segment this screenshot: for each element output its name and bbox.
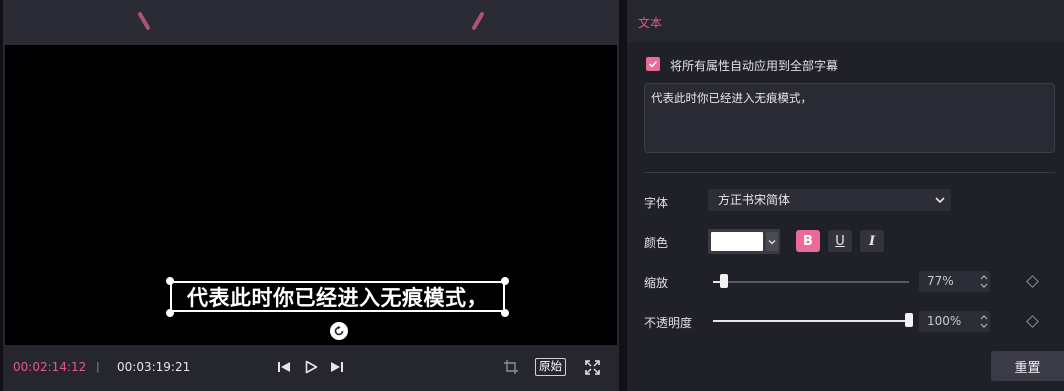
divider bbox=[644, 172, 1055, 173]
playback-controls: 00:02:14:12 | 00:03:19:21 原始 bbox=[3, 345, 619, 391]
opacity-label: 不透明度 bbox=[644, 316, 693, 330]
check-icon bbox=[648, 60, 658, 68]
scale-slider-thumb[interactable] bbox=[719, 274, 728, 288]
apply-all-checkbox[interactable] bbox=[646, 57, 660, 71]
panel-header: 文本 bbox=[627, 0, 1064, 42]
original-ratio-button[interactable]: 原始 bbox=[535, 358, 566, 376]
apply-all-label[interactable]: 将所有属性自动应用到全部字幕 bbox=[670, 57, 838, 74]
video-player: 代表此时你已经进入无痕模式， 00:02:14:12 | 00:03:19:21 bbox=[3, 0, 619, 391]
chevron-down-icon bbox=[935, 197, 945, 204]
skip-back-icon[interactable] bbox=[276, 359, 292, 375]
timeline-strip bbox=[3, 0, 619, 45]
font-label: 字体 bbox=[644, 196, 669, 210]
text-properties-panel: 文本 将所有属性自动应用到全部字幕 代表此时你已经进入无痕模式， 字体 方正书宋… bbox=[627, 0, 1064, 391]
color-picker[interactable] bbox=[708, 229, 780, 254]
resize-handle-top-left[interactable] bbox=[166, 277, 174, 285]
panel-title[interactable]: 文本 bbox=[638, 14, 662, 31]
resize-handle-bottom-left[interactable] bbox=[166, 309, 174, 317]
fullscreen-icon[interactable] bbox=[584, 359, 600, 375]
bold-button[interactable]: B bbox=[796, 230, 820, 252]
opacity-slider-thumb[interactable] bbox=[905, 313, 913, 327]
opacity-value: 100% bbox=[927, 314, 962, 328]
opacity-slider[interactable] bbox=[713, 320, 909, 322]
scale-stepper-icon[interactable] bbox=[979, 273, 989, 290]
reset-button[interactable]: 重置 bbox=[991, 351, 1064, 381]
color-label: 颜色 bbox=[644, 236, 669, 250]
color-swatch[interactable] bbox=[711, 232, 763, 251]
crop-icon[interactable] bbox=[503, 359, 519, 375]
trim-marker-right[interactable] bbox=[471, 11, 485, 31]
opacity-stepper-icon[interactable] bbox=[979, 313, 989, 330]
scale-slider[interactable] bbox=[713, 281, 909, 283]
opacity-slider-fill bbox=[713, 320, 909, 322]
italic-button[interactable]: I bbox=[860, 230, 884, 252]
keyframe-icon[interactable] bbox=[1026, 315, 1039, 328]
underline-button[interactable]: U bbox=[828, 230, 852, 252]
current-time: 00:02:14:12 bbox=[13, 360, 87, 374]
video-preview[interactable]: 代表此时你已经进入无痕模式， bbox=[5, 45, 617, 345]
keyframe-icon[interactable] bbox=[1026, 275, 1039, 288]
time-separator: | bbox=[96, 360, 100, 373]
subtitle-bounding-box[interactable]: 代表此时你已经进入无痕模式， bbox=[170, 281, 505, 312]
color-dropdown[interactable] bbox=[766, 232, 778, 251]
resize-handle-top-right[interactable] bbox=[501, 277, 509, 285]
font-select-value: 方正书宋简体 bbox=[718, 193, 791, 207]
chevron-down-icon bbox=[768, 239, 776, 244]
rotate-icon[interactable] bbox=[330, 322, 348, 340]
trim-marker-left[interactable] bbox=[137, 11, 151, 31]
play-icon[interactable] bbox=[303, 359, 319, 375]
skip-forward-icon[interactable] bbox=[329, 359, 345, 375]
scale-label: 缩放 bbox=[644, 276, 669, 290]
resize-handle-bottom-right[interactable] bbox=[501, 309, 509, 317]
total-time: 00:03:19:21 bbox=[117, 360, 191, 374]
subtitle-text-input[interactable]: 代表此时你已经进入无痕模式， bbox=[644, 83, 1055, 153]
subtitle-text[interactable]: 代表此时你已经进入无痕模式， bbox=[172, 283, 503, 310]
scale-value: 77% bbox=[927, 274, 954, 288]
font-select[interactable]: 方正书宋简体 bbox=[708, 189, 951, 211]
